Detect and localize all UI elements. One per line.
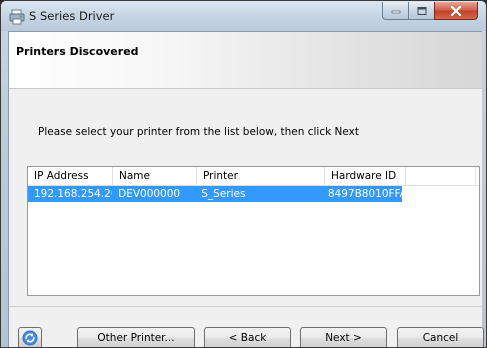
table-row[interactable]: 192.168.254.205 DEV000000 S_Series 8497B… [28, 186, 402, 202]
column-header-ip-address[interactable]: IP Address [28, 167, 113, 185]
minimize-icon [391, 10, 400, 13]
column-header-printer[interactable]: Printer [197, 167, 325, 185]
maximize-button[interactable] [408, 2, 434, 20]
maximize-icon [417, 6, 426, 15]
other-printer-button[interactable]: Other Printer... [77, 327, 195, 347]
minimize-button[interactable] [382, 2, 408, 20]
close-button[interactable] [434, 2, 478, 20]
title-bar[interactable]: S Series Driver [1, 1, 486, 31]
close-icon [450, 5, 462, 16]
list-header: IP Address Name Printer Hardware ID [28, 167, 479, 186]
instruction-text: Please select your printer from the list… [38, 126, 359, 138]
column-header-spacer [406, 167, 476, 185]
cancel-button[interactable]: Cancel [397, 327, 484, 347]
wizard-header: Printers Discovered [9, 32, 482, 89]
refresh-icon [22, 330, 38, 346]
printer-app-icon [9, 9, 25, 25]
cell-printer: S_Series [201, 188, 246, 200]
back-button[interactable]: < Back [204, 327, 291, 347]
page-title: Printers Discovered [16, 45, 139, 58]
cell-name: DEV000000 [118, 188, 181, 200]
window-controls [382, 2, 478, 20]
next-button[interactable]: Next > [300, 327, 387, 347]
cell-ip-address: 192.168.254.205 [34, 188, 112, 200]
button-bar: Other Printer... < Back Next > Cancel [9, 306, 484, 347]
wizard-client-area: Printers Discovered Please select your p… [8, 31, 484, 347]
window-title: S Series Driver [29, 9, 115, 23]
installer-window: S Series Driver Printers Discovered Plea… [0, 0, 487, 348]
column-header-name[interactable]: Name [113, 167, 197, 185]
printer-list[interactable]: IP Address Name Printer Hardware ID 192.… [27, 166, 480, 296]
cell-hardware-id: 8497B8010FFA [327, 188, 403, 200]
column-header-hardware-id[interactable]: Hardware ID [325, 167, 406, 185]
refresh-button[interactable] [18, 327, 42, 347]
